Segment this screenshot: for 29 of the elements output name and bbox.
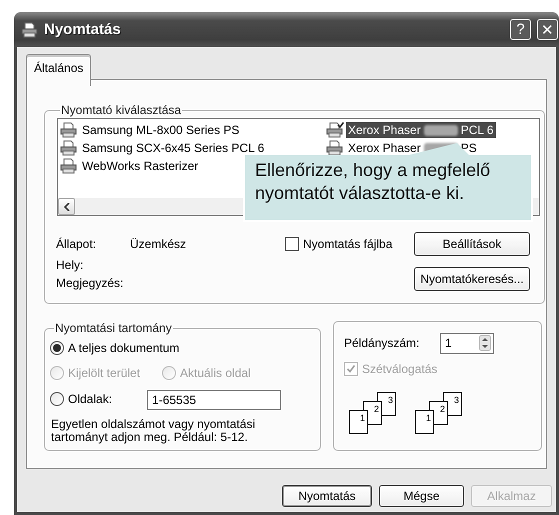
properties-button[interactable]: Beállítások: [414, 232, 530, 256]
help-button[interactable]: ?: [510, 19, 531, 40]
comment-label: Megjegyzés:: [56, 276, 124, 290]
tab[interactable]: Általános: [26, 54, 92, 86]
check-icon: [346, 364, 356, 374]
page-sheet: 1: [349, 410, 368, 434]
radio-button[interactable]: Oldalak:: [50, 392, 112, 406]
status-label: Állapot:: [56, 237, 98, 251]
pages-field[interactable]: 1-65535: [147, 390, 282, 410]
cancel-button[interactable]: Mégse: [379, 485, 464, 507]
group-title: Nyomtató kiválasztása: [60, 103, 182, 117]
copies-label: Példányszám:: [344, 336, 420, 350]
location-label: Hely:: [56, 258, 84, 272]
printer-name[interactable]: Xerox Phaser PCL 6: [346, 122, 496, 138]
radio-button[interactable]: A teljes dokumentum: [50, 341, 180, 355]
scroll-left-button[interactable]: [58, 198, 75, 215]
printer-name[interactable]: Samsung ML-8x00 Series PS: [80, 122, 242, 138]
hint-text: Egyetlen oldalszámot vagy nyomtatási tartományt adjon meg. Például: 5-12.: [51, 418, 256, 444]
printer-icon: [21, 22, 39, 38]
page-sheet: 1: [415, 410, 434, 434]
status-value: Üzemkész: [130, 237, 188, 251]
printer-name[interactable]: WebWorks Rasterizer: [80, 158, 200, 174]
window-title: Nyomtatás: [44, 21, 122, 38]
find-printer-button[interactable]: Nyomtatókeresés...: [414, 267, 530, 291]
printer-name[interactable]: Samsung SCX-6x45 Series PCL 6: [80, 140, 266, 156]
group-title: Nyomtatási tartomány: [54, 321, 173, 335]
close-button[interactable]: ✕: [537, 19, 558, 40]
print-button[interactable]: Nyomtatás: [282, 485, 372, 507]
checkbox[interactable]: Nyomtatás fájlba: [285, 237, 392, 251]
